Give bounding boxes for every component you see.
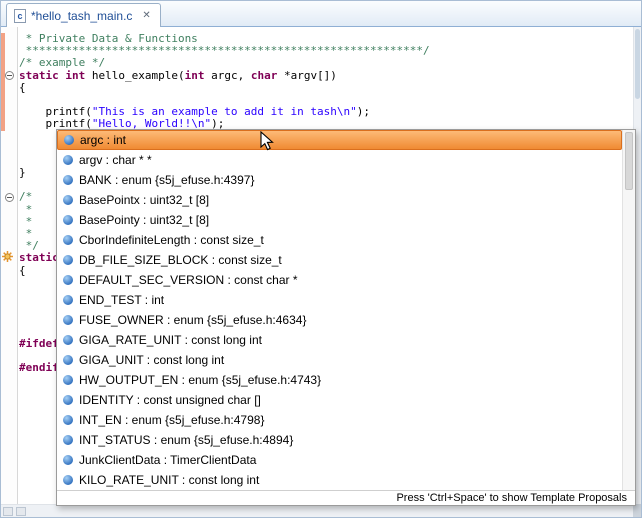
completion-item[interactable]: GIGA_UNIT : const long int <box>57 350 622 370</box>
completion-item[interactable]: DB_FILE_SIZE_BLOCK : const size_t <box>57 250 622 270</box>
completion-label: argc : int <box>80 133 126 147</box>
completion-label: BasePointy : uint32_t [8] <box>79 213 209 227</box>
popup-scrollbar[interactable] <box>622 130 635 490</box>
completion-label: GIGA_RATE_UNIT : const long int <box>79 333 262 347</box>
variable-icon <box>63 175 73 185</box>
popup-scroll-thumb[interactable] <box>625 132 633 190</box>
completion-item[interactable]: END_TEST : int <box>57 290 622 310</box>
template-proposals-hint: Press 'Ctrl+Space' to show Template Prop… <box>57 490 635 505</box>
annotation-ruler[interactable] <box>1 27 18 504</box>
completion-item[interactable]: CborIndefiniteLength : const size_t <box>57 230 622 250</box>
completion-item[interactable]: argc : int <box>57 130 622 150</box>
completion-item[interactable]: KILO_RATE_UNIT : const long int <box>57 470 622 490</box>
variable-icon <box>63 395 73 405</box>
variable-icon <box>63 235 73 245</box>
variable-icon <box>63 435 73 445</box>
warning-marker-icon[interactable] <box>2 251 13 262</box>
eclipse-editor-window: c *hello_tash_main.c ✕ * Private Data & … <box>0 0 642 518</box>
completion-label: KILO_RATE_UNIT : const long int <box>79 473 259 487</box>
completion-item[interactable]: BasePointx : uint32_t [8] <box>57 190 622 210</box>
completion-item[interactable]: INT_EN : enum {s5j_efuse.h:4798} <box>57 410 622 430</box>
completion-item[interactable]: JunkClientData : TimerClientData <box>57 450 622 470</box>
mouse-cursor <box>260 131 274 151</box>
completion-label: GIGA_UNIT : const long int <box>79 353 224 367</box>
variable-icon <box>63 155 73 165</box>
completion-label: DB_FILE_SIZE_BLOCK : const size_t <box>79 253 282 267</box>
completion-item[interactable]: BANK : enum {s5j_efuse.h:4397} <box>57 170 622 190</box>
completion-label: IDENTITY : const unsigned char [] <box>79 393 261 407</box>
completion-item[interactable]: INT_STATUS : enum {s5j_efuse.h:4894} <box>57 430 622 450</box>
c-file-icon: c <box>14 9 26 23</box>
content-assist-popup: argc : int argv : char * * BANK : enum {s5… <box>56 129 636 506</box>
completion-list: argc : int argv : char * * BANK : enum {s5… <box>57 130 622 490</box>
completion-item[interactable]: argv : char * * <box>57 150 622 170</box>
completion-label: BasePointx : uint32_t [8] <box>79 193 209 207</box>
completion-label: INT_EN : enum {s5j_efuse.h:4798} <box>79 413 264 427</box>
completion-label: argv : char * * <box>79 153 152 167</box>
variable-icon <box>63 295 73 305</box>
variable-icon <box>63 315 73 325</box>
completion-item[interactable]: FUSE_OWNER : enum {s5j_efuse.h:4634} <box>57 310 622 330</box>
editor-tab-bar: c *hello_tash_main.c ✕ <box>1 1 641 27</box>
variable-icon <box>63 275 73 285</box>
variable-icon <box>63 255 73 265</box>
completion-label: BANK : enum {s5j_efuse.h:4397} <box>79 173 254 187</box>
completion-label: JunkClientData : TimerClientData <box>79 453 256 467</box>
hscroll-left-button[interactable] <box>3 507 13 516</box>
close-icon[interactable]: ✕ <box>142 10 150 21</box>
completion-label: CborIndefiniteLength : const size_t <box>79 233 264 247</box>
code-line: { <box>19 82 430 94</box>
fold-minus-icon[interactable] <box>5 71 14 80</box>
change-bar <box>1 33 5 131</box>
variable-icon <box>63 215 73 225</box>
completion-label: DEFAULT_SEC_VERSION : const char * <box>79 273 298 287</box>
completion-label: INT_STATUS : enum {s5j_efuse.h:4894} <box>79 433 293 447</box>
variable-icon <box>63 455 73 465</box>
variable-icon <box>63 475 73 485</box>
completion-label: HW_OUTPUT_EN : enum {s5j_efuse.h:4743} <box>79 373 321 387</box>
variable-icon <box>63 195 73 205</box>
completion-item[interactable]: IDENTITY : const unsigned char [] <box>57 390 622 410</box>
code-line: static int hello_example(int argc, char … <box>19 70 430 82</box>
completion-item[interactable]: DEFAULT_SEC_VERSION : const char * <box>57 270 622 290</box>
tab-label: *hello_tash_main.c <box>31 9 132 23</box>
completion-label: FUSE_OWNER : enum {s5j_efuse.h:4634} <box>79 313 306 327</box>
completion-item[interactable]: BasePointy : uint32_t [8] <box>57 210 622 230</box>
completion-item[interactable]: HW_OUTPUT_EN : enum {s5j_efuse.h:4743} <box>57 370 622 390</box>
variable-icon <box>64 135 74 145</box>
tab-hello-tash-main[interactable]: c *hello_tash_main.c ✕ <box>6 3 161 27</box>
variable-icon <box>63 355 73 365</box>
fold-minus-icon[interactable] <box>5 193 14 202</box>
completion-label: END_TEST : int <box>79 293 164 307</box>
hscroll-right-button[interactable] <box>16 507 26 516</box>
variable-icon <box>63 415 73 425</box>
completion-item[interactable]: GIGA_RATE_UNIT : const long int <box>57 330 622 350</box>
variable-icon <box>63 375 73 385</box>
vertical-scroll-thumb[interactable] <box>635 29 640 99</box>
variable-icon <box>63 335 73 345</box>
